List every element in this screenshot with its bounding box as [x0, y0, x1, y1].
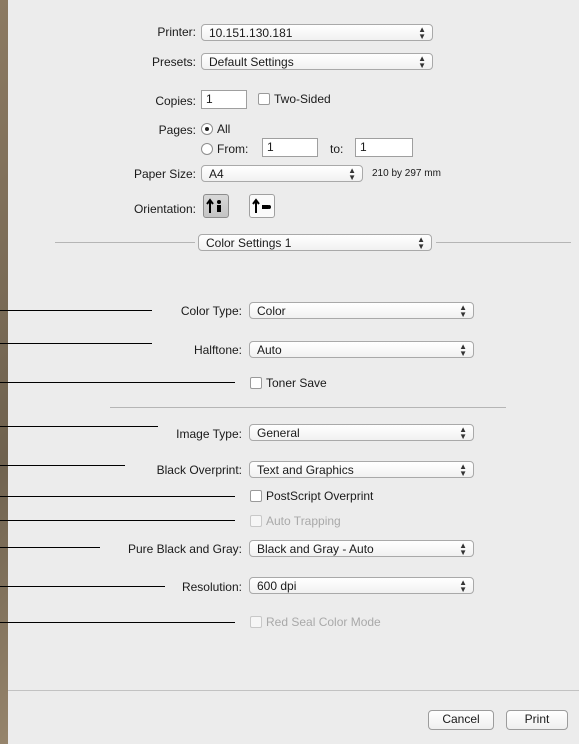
presets-popup[interactable]: Default Settings ▲ ▼ [201, 53, 433, 70]
image-type-value: General [257, 426, 300, 440]
callout-line [0, 520, 235, 521]
updown-arrow-icon: ▲ ▼ [348, 166, 356, 182]
toner-save-checkbox[interactable] [250, 377, 262, 389]
color-type-label: Color Type: [180, 304, 242, 318]
presets-label: Presets: [151, 55, 196, 69]
updown-arrow-icon: ▲ ▼ [418, 25, 426, 41]
pages-from-value: 1 [267, 140, 274, 154]
postscript-overprint-checkbox[interactable] [250, 490, 262, 502]
pages-from-field[interactable]: 1 [262, 138, 318, 157]
orientation-label: Orientation: [133, 202, 196, 216]
updown-arrow-icon: ▲ ▼ [459, 578, 467, 594]
section-divider-right [436, 242, 571, 243]
updown-arrow-icon: ▲ ▼ [459, 303, 467, 319]
pages-all-label: All [217, 122, 231, 136]
callout-line [0, 496, 235, 497]
toner-save-label: Toner Save [266, 376, 327, 390]
updown-arrow-icon: ▲ ▼ [459, 425, 467, 441]
resolution-value: 600 dpi [257, 579, 297, 593]
paper-size-label: Paper Size: [133, 167, 196, 181]
black-overprint-label: Black Overprint: [156, 463, 242, 477]
callout-line [0, 343, 152, 344]
pages-from-radio[interactable] [201, 143, 213, 155]
landscape-orientation-button[interactable] [249, 194, 275, 218]
callout-line [0, 586, 165, 587]
copies-label: Copies: [155, 94, 196, 108]
portrait-orientation-button[interactable] [203, 194, 229, 218]
panel-section-popup[interactable]: Color Settings 1 ▲ ▼ [198, 234, 432, 251]
black-overprint-value: Text and Graphics [257, 463, 354, 477]
callout-line [0, 382, 235, 383]
halftone-label: Halftone: [193, 343, 242, 357]
updown-arrow-icon: ▲ ▼ [459, 462, 467, 478]
halftone-value: Auto [257, 343, 282, 357]
pure-black-gray-value: Black and Gray - Auto [257, 542, 374, 556]
callout-line [0, 310, 152, 311]
pages-to-field[interactable]: 1 [355, 138, 413, 157]
printer-value: 10.151.130.181 [209, 26, 293, 40]
red-seal-checkbox[interactable] [250, 616, 262, 628]
callout-line [0, 465, 125, 466]
auto-trapping-label: Auto Trapping [266, 514, 341, 528]
updown-arrow-icon: ▲ ▼ [459, 541, 467, 557]
printer-popup[interactable]: 10.151.130.181 ▲ ▼ [201, 24, 433, 41]
pages-all-radio[interactable] [201, 123, 213, 135]
section-divider-left [55, 242, 195, 243]
callout-line [0, 426, 158, 427]
paper-dimensions: 210 by 297 mm [372, 168, 441, 179]
halftone-popup[interactable]: Auto ▲ ▼ [249, 341, 474, 358]
pure-black-gray-popup[interactable]: Black and Gray - Auto ▲ ▼ [249, 540, 474, 557]
callout-line [0, 622, 235, 623]
cancel-button[interactable]: Cancel [428, 710, 494, 730]
pages-from-label: From: [217, 142, 249, 156]
auto-trapping-checkbox[interactable] [250, 515, 262, 527]
callout-line [0, 547, 100, 548]
pages-label: Pages: [158, 123, 196, 137]
print-button[interactable]: Print [506, 710, 568, 730]
pages-to-value: 1 [360, 140, 367, 154]
print-dialog [8, 0, 579, 744]
presets-value: Default Settings [209, 55, 294, 69]
pure-black-gray-label: Pure Black and Gray: [127, 542, 242, 556]
color-type-value: Color [257, 304, 286, 318]
group-divider [110, 407, 506, 408]
copies-field[interactable]: 1 [201, 90, 247, 109]
panel-section-value: Color Settings 1 [206, 236, 292, 250]
postscript-overprint-label: PostScript Overprint [266, 489, 374, 503]
resolution-label: Resolution: [181, 580, 242, 594]
color-type-popup[interactable]: Color ▲ ▼ [249, 302, 474, 319]
printer-label: Printer: [157, 25, 196, 39]
portrait-icon [206, 198, 221, 213]
updown-arrow-icon: ▲ ▼ [459, 342, 467, 358]
updown-arrow-icon: ▲ ▼ [418, 54, 426, 70]
red-seal-label: Red Seal Color Mode [266, 615, 381, 629]
landscape-icon [252, 198, 271, 213]
black-overprint-popup[interactable]: Text and Graphics ▲ ▼ [249, 461, 474, 478]
image-type-label: Image Type: [176, 427, 242, 441]
paper-size-value: A4 [209, 167, 224, 181]
resolution-popup[interactable]: 600 dpi ▲ ▼ [249, 577, 474, 594]
two-sided-checkbox[interactable] [258, 93, 270, 105]
pages-to-label: to: [330, 142, 344, 156]
paper-size-popup[interactable]: A4 ▲ ▼ [201, 165, 363, 182]
updown-arrow-icon: ▲ ▼ [417, 235, 425, 251]
two-sided-label: Two-Sided [274, 92, 331, 106]
footer-divider [8, 690, 579, 691]
image-type-popup[interactable]: General ▲ ▼ [249, 424, 474, 441]
copies-value: 1 [206, 92, 213, 106]
